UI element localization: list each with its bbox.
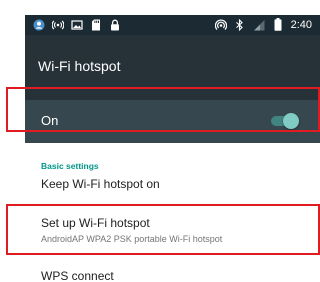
image-icon xyxy=(71,18,83,31)
signal-icon xyxy=(253,18,265,31)
battery-icon xyxy=(272,18,284,31)
highlight-box-switch xyxy=(6,87,320,132)
pref-keep-hotspot-on[interactable]: Keep Wi-Fi hotspot on xyxy=(41,177,311,191)
lock-icon xyxy=(109,18,121,31)
status-bar: 2:40 xyxy=(25,15,320,35)
bluetooth-icon xyxy=(234,18,246,31)
hotspot-icon xyxy=(214,18,227,31)
sd-card-icon xyxy=(90,18,102,31)
pref-title: Keep Wi-Fi hotspot on xyxy=(41,177,160,191)
hotspot-broadcast-icon xyxy=(52,18,64,31)
pref-title: WPS connect xyxy=(41,269,114,282)
highlight-box-set-up xyxy=(6,204,320,255)
page-title: Wi-Fi hotspot xyxy=(38,58,121,74)
section-header-basic-settings: Basic settings xyxy=(41,161,99,171)
pref-wps-connect[interactable]: WPS connect xyxy=(41,269,311,282)
clock-time: 2:40 xyxy=(290,18,312,31)
account-icon xyxy=(33,18,45,31)
